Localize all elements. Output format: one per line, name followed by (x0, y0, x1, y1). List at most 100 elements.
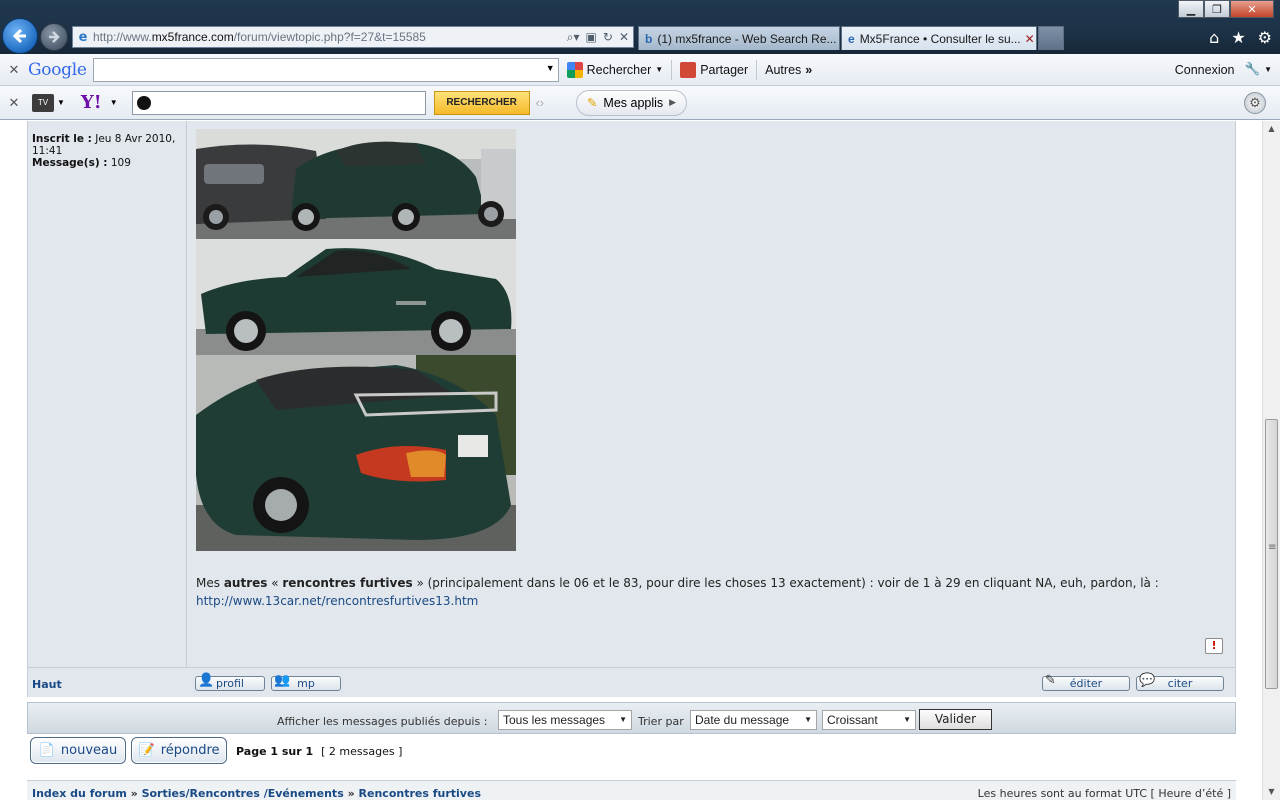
reply-button[interactable]: 📝 répondre (131, 737, 227, 764)
search-icon[interactable]: ⌕▾ (567, 30, 580, 45)
vertical-scrollbar[interactable]: ▲ ▼ (1262, 121, 1280, 800)
select-value: Croissant (827, 713, 878, 727)
address-bar[interactable]: e http://www.mx5france.com/forum/viewtop… (72, 26, 634, 48)
private-message-button[interactable]: 👥 mp (271, 673, 341, 691)
resize-handle-icon[interactable]: ‹› (536, 96, 544, 110)
yahoo-toolbar: ✕ TV ▼ Y! ▼ RECHERCHER ‹› ✎ Mes applis ▶ ⚙ (0, 86, 1280, 120)
chevron-down-icon[interactable]: ▼ (1264, 65, 1272, 74)
chevron-right-icon: ▶ (669, 97, 677, 107)
chevron-down-icon[interactable]: ▼ (57, 98, 65, 107)
ie-page-icon: e (78, 29, 88, 45)
post-footer: Haut 👤 profil 👥 mp ✎ éditer 💬 citer (28, 667, 1235, 697)
car-photo-3 (196, 355, 516, 551)
joined-label: Inscrit le : (32, 133, 92, 145)
arrow-right-icon (49, 31, 60, 43)
new-tab-button[interactable] (1038, 26, 1064, 50)
close-toolbar-icon[interactable]: ✕ (0, 95, 28, 111)
double-chevron-icon: » (805, 62, 813, 77)
address-url[interactable]: http://www.mx5france.com/forum/viewtopic… (93, 30, 567, 44)
car-photo-2 (196, 239, 516, 355)
tab-close-icon[interactable]: ✕ (1021, 32, 1035, 46)
more-button[interactable]: Autres» (757, 63, 820, 77)
submit-button[interactable]: Valider (919, 709, 992, 730)
quote-label: citer (1167, 677, 1193, 690)
arrow-left-icon (12, 28, 26, 44)
edit-button[interactable]: ✎ éditer (1042, 673, 1130, 691)
author-profile-column: Inscrit le : Jeu 8 Avr 2010, 11:41 Messa… (28, 121, 187, 667)
new-topic-label: nouveau (60, 743, 118, 758)
text-bold-segment: rencontres furtives (282, 576, 413, 590)
scroll-down-icon[interactable]: ▼ (1263, 784, 1280, 800)
chevron-down-icon[interactable]: ▼ (110, 98, 118, 107)
google-search-icon (566, 61, 583, 78)
home-icon[interactable]: ⌂ (1209, 28, 1219, 47)
maximize-button[interactable]: ❐ (1204, 0, 1230, 18)
share-label: Partager (700, 62, 749, 77)
stop-icon[interactable]: ✕ (619, 30, 629, 45)
pagination-info: Page 1 sur 1 [ 2 messages ] (236, 745, 402, 758)
breadcrumb: Index du forum » Sorties/Rencontres /Evé… (32, 787, 481, 800)
tab-label: Mx5France • Consulter le su... (859, 31, 1021, 46)
google-search-input[interactable]: ▼ (92, 57, 559, 82)
breadcrumb-separator: » (130, 787, 138, 800)
favorites-star-icon[interactable]: ★ (1231, 28, 1245, 47)
breadcrumb-item-sorties[interactable]: Sorties/Rencontres /Evénements (142, 787, 344, 800)
report-post-button[interactable]: ! (1205, 638, 1223, 654)
profile-button[interactable]: 👤 profil (195, 673, 265, 691)
breadcrumb-item-rencontres[interactable]: Rencontres furtives (359, 787, 481, 800)
text-bold-segment: autres (223, 576, 268, 590)
scroll-up-icon[interactable]: ▲ (1263, 121, 1280, 137)
refresh-icon[interactable]: ↻ (603, 30, 613, 45)
tab-mx5france-topic[interactable]: e Mx5France • Consulter le su... ✕ (841, 26, 1037, 50)
tv-icon[interactable]: TV (32, 93, 54, 112)
apps-icon: ✎ (586, 96, 598, 110)
back-button[interactable] (2, 18, 38, 54)
back-to-top-link[interactable]: Haut (32, 678, 62, 691)
external-link[interactable]: http://www.13car.net/rencontresfurtives1… (196, 594, 478, 608)
breadcrumb-bar: Index du forum » Sorties/Rencontres /Evé… (27, 780, 1236, 800)
post-images (196, 129, 1226, 551)
forward-button[interactable] (40, 23, 68, 51)
messages-value: 109 (110, 157, 131, 169)
bing-icon: b (645, 31, 653, 46)
edit-pencil-icon: ✎ (1045, 673, 1056, 688)
new-document-icon: 📄 (38, 743, 55, 758)
my-apps-button[interactable]: ✎ Mes applis ▶ (575, 89, 688, 116)
google-logo: Google (28, 59, 87, 80)
post-message-text: Mes autres « rencontres furtives » (prin… (196, 574, 1226, 610)
close-toolbar-icon[interactable]: ✕ (0, 62, 28, 78)
yahoo-search-button[interactable]: RECHERCHER (433, 90, 530, 115)
google-toolbar: ✕ Google ▼ Rechercher ▼ Partager Autres» … (0, 54, 1280, 86)
quote-button[interactable]: 💬 citer (1136, 673, 1224, 691)
forum-post: Inscrit le : Jeu 8 Avr 2010, 11:41 Messa… (27, 121, 1236, 697)
new-topic-button[interactable]: 📄 nouveau (30, 737, 126, 764)
settings-gear-icon[interactable]: ⚙ (1244, 92, 1266, 114)
tab-web-search[interactable]: b (1) mx5france - Web Search Re... (638, 26, 840, 50)
google-search-label: Rechercher (586, 62, 652, 77)
google-search-button[interactable]: Rechercher ▼ (559, 61, 672, 78)
scroll-thumb[interactable] (1265, 419, 1278, 689)
yahoo-search-input[interactable] (131, 90, 426, 115)
yahoo-logo[interactable]: Y! (81, 92, 102, 113)
connexion-button[interactable]: Connexion 🔧 ▼ (1167, 62, 1280, 77)
wrench-icon[interactable]: 🔧 (1245, 62, 1261, 77)
users-icon: 👥 (274, 673, 291, 688)
tools-gear-icon[interactable]: ⚙ (1258, 28, 1272, 47)
share-icon (680, 61, 697, 78)
sort-by-select[interactable]: Date du message (690, 710, 817, 730)
breadcrumb-item-index[interactable]: Index du forum (32, 787, 127, 800)
my-apps-label: Mes applis (603, 95, 664, 110)
more-label: Autres (765, 62, 802, 77)
show-since-select[interactable]: Tous les messages (498, 710, 632, 730)
message-count: [ 2 messages ] (321, 745, 403, 758)
share-button[interactable]: Partager (672, 61, 756, 78)
compat-view-icon[interactable]: ▣ (586, 30, 597, 45)
chevron-down-icon[interactable]: ▼ (546, 63, 555, 73)
ie-page-icon: e (848, 31, 855, 46)
messages-label: Message(s) : (32, 157, 108, 169)
minimize-button[interactable]: ▁ (1178, 0, 1204, 18)
car-photo-1 (196, 129, 516, 239)
sort-filter-bar: Afficher les messages publiés depuis : T… (27, 702, 1236, 734)
close-window-button[interactable]: ✕ (1230, 0, 1274, 18)
sort-order-select[interactable]: Croissant (822, 710, 916, 730)
